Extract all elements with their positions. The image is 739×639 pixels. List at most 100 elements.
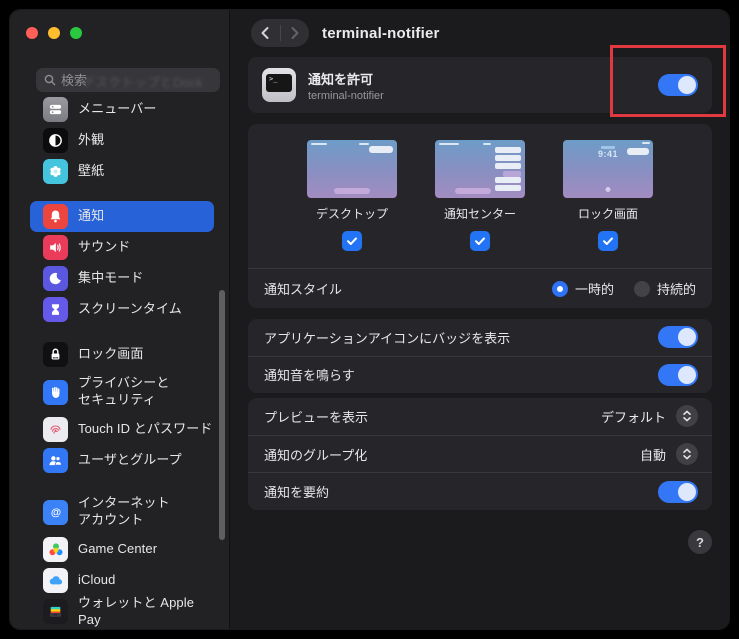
forward-button[interactable] xyxy=(281,19,310,47)
fingerprint-icon xyxy=(43,417,68,442)
sound-row: 通知音を鳴らす xyxy=(248,356,712,394)
sidebar-item-screen-time[interactable]: スクリーンタイム xyxy=(30,294,214,325)
close-button[interactable] xyxy=(26,27,38,39)
show-previews-select[interactable] xyxy=(676,405,698,427)
app-name-label: terminal-notifier xyxy=(308,90,384,102)
sidebar-item-internet-accounts[interactable]: @ インターネット アカウント xyxy=(30,490,214,534)
lock-screen-checkbox[interactable] xyxy=(598,231,618,251)
style-option-temporary[interactable]: 一時的 xyxy=(552,279,614,298)
radio-persistent-label: 持続的 xyxy=(657,279,696,298)
moon-icon xyxy=(43,266,68,291)
show-previews-value: デフォルト xyxy=(601,407,666,426)
sidebar-item-users-groups[interactable]: ユーザとグループ xyxy=(30,445,214,476)
check-icon xyxy=(346,235,358,247)
menubar-icon xyxy=(43,97,68,122)
desktop-preview-column: デスクトップ xyxy=(307,140,397,251)
badge-row: アプリケーションアイコンにバッジを表示 xyxy=(248,319,712,356)
alert-style-card: デスクトップ xyxy=(248,124,712,308)
sidebar-item-label: ユーザとグループ xyxy=(78,452,182,469)
wallpaper-icon xyxy=(43,159,68,184)
sidebar-item-wallpaper[interactable]: 壁紙 xyxy=(30,156,214,187)
desktop-checkbox[interactable] xyxy=(342,231,362,251)
sidebar-item-sound[interactable]: サウンド xyxy=(30,232,214,263)
sidebar-item-privacy-security[interactable]: プライバシーと セキュリティ xyxy=(30,370,214,414)
sidebar-item-notifications[interactable]: 通知 xyxy=(30,201,214,232)
sidebar-nav: メニューバー 外観 壁紙 通知 xyxy=(10,94,229,627)
sidebar-scrollbar[interactable] xyxy=(219,290,225,540)
system-settings-window: デスクトップとDock メニューバー 外観 xyxy=(10,10,729,629)
sidebar-item-label: メニューバー xyxy=(78,101,156,118)
grouping-select[interactable] xyxy=(676,443,698,465)
chevron-right-icon xyxy=(290,26,300,40)
minimize-button[interactable] xyxy=(48,27,60,39)
summary-label: 通知を要約 xyxy=(264,482,329,501)
allow-notifications-card: >_ 通知を許可 terminal-notifier xyxy=(248,57,712,113)
terminal-app-icon: >_ xyxy=(262,68,296,102)
terminal-prompt: >_ xyxy=(266,74,292,92)
sidebar-item-label: 通知 xyxy=(78,208,104,225)
help-button[interactable]: ? xyxy=(688,530,712,554)
search-field[interactable] xyxy=(36,68,220,92)
sidebar-item-label: Touch ID とパスワード xyxy=(78,421,212,438)
desktop-preview-thumbnail xyxy=(307,140,397,198)
notification-center-checkbox[interactable] xyxy=(470,231,490,251)
search-input[interactable] xyxy=(61,73,212,88)
lock-screen-label: ロック画面 xyxy=(578,205,638,222)
check-icon xyxy=(474,235,486,247)
sidebar-item-appearance[interactable]: 外観 xyxy=(30,125,214,156)
zoom-button[interactable] xyxy=(70,27,82,39)
sidebar-item-icloud[interactable]: iCloud xyxy=(30,565,214,596)
back-button[interactable] xyxy=(251,19,280,47)
bell-icon xyxy=(43,204,68,229)
sidebar-item-wallet[interactable]: ウォレットと Apple Pay xyxy=(30,596,214,627)
style-option-persistent[interactable]: 持続的 xyxy=(634,279,696,298)
badge-toggle[interactable] xyxy=(658,326,698,348)
summary-toggle[interactable] xyxy=(658,481,698,503)
sidebar: デスクトップとDock メニューバー 外観 xyxy=(10,10,230,629)
radio-persistent[interactable] xyxy=(634,281,650,297)
at-sign-icon: @ xyxy=(43,500,68,525)
chevron-left-icon xyxy=(260,26,270,40)
sidebar-item-label: 壁紙 xyxy=(78,163,104,180)
cloud-icon xyxy=(43,568,68,593)
sidebar-item-label: 外観 xyxy=(78,132,104,149)
nav-buttons xyxy=(251,19,309,47)
sidebar-item-touch-id[interactable]: Touch ID とパスワード xyxy=(30,414,214,445)
chevron-up-down-icon xyxy=(682,448,692,460)
badge-label: アプリケーションアイコンにバッジを表示 xyxy=(264,328,510,347)
game-center-icon xyxy=(43,537,68,562)
sound-toggle[interactable] xyxy=(658,364,698,386)
notification-style-row: 通知スタイル 一時的 持続的 xyxy=(248,268,712,308)
grouping-row: 通知のグループ化 自動 xyxy=(248,435,712,473)
sidebar-item-label: プライバシーと セキュリティ xyxy=(78,375,169,409)
notification-style-label: 通知スタイル xyxy=(264,279,342,298)
desktop-label: デスクトップ xyxy=(316,205,388,222)
radio-temporary[interactable] xyxy=(552,281,568,297)
sidebar-item-label: ウォレットと Apple Pay xyxy=(78,595,214,629)
sidebar-item-label: Game Center xyxy=(78,541,157,558)
sidebar-item-focus[interactable]: 集中モード xyxy=(30,263,214,294)
speaker-icon xyxy=(43,235,68,260)
allow-notifications-label: 通知を許可 xyxy=(308,69,384,88)
sidebar-item-lock-screen[interactable]: ロック画面 xyxy=(30,339,214,370)
page-title: terminal-notifier xyxy=(322,25,440,42)
chevron-up-down-icon xyxy=(682,410,692,422)
sidebar-item-label: iCloud xyxy=(78,572,115,589)
sidebar-item-label: インターネット アカウント xyxy=(78,495,170,529)
sidebar-item-menu-bar[interactable]: メニューバー xyxy=(30,94,214,125)
check-icon xyxy=(602,235,614,247)
grouping-value: 自動 xyxy=(640,445,666,464)
hourglass-icon xyxy=(43,297,68,322)
sidebar-item-game-center[interactable]: Game Center xyxy=(30,534,214,565)
appearance-icon xyxy=(43,128,68,153)
sidebar-item-label: ロック画面 xyxy=(78,346,144,363)
show-previews-label: プレビューを表示 xyxy=(264,407,368,426)
hand-icon xyxy=(43,380,68,405)
sidebar-item-label: スクリーンタイム xyxy=(78,301,182,318)
main-pane: terminal-notifier >_ 通知を許可 terminal-noti… xyxy=(230,10,729,629)
allow-notifications-toggle[interactable] xyxy=(658,74,698,96)
sidebar-item-label: 集中モード xyxy=(78,270,144,287)
grouping-label: 通知のグループ化 xyxy=(264,445,367,464)
lock-screen-preview-column: 9:41 ロック画面 xyxy=(563,140,653,251)
svg-text:@: @ xyxy=(50,506,60,518)
